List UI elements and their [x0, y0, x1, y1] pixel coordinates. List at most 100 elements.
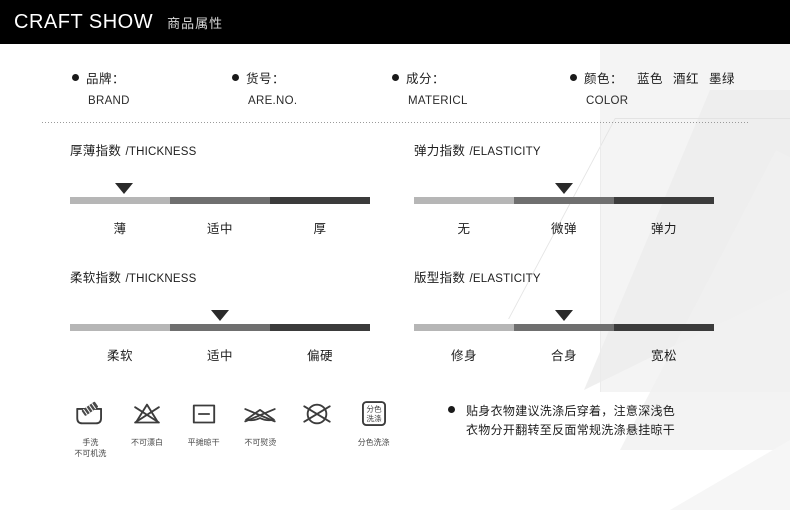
index-bar-segment-3 — [614, 324, 714, 331]
index-title-cn: 柔软指数 — [70, 270, 122, 285]
color-option[interactable]: 酒红 — [673, 71, 699, 86]
index-block: 弹力指数 /ELASTICITY 无 微弹 弹力 — [414, 140, 734, 237]
dotted-divider — [42, 122, 748, 123]
index-bar-segment-2 — [514, 324, 614, 331]
attribute-name: 品牌： — [86, 71, 126, 86]
care-icon-list: 手洗 不可机洗 不可漂白 平摊晾干 不可熨烫 分色 洗涤 分色洗涤 — [62, 394, 402, 460]
index-label: 修身 — [450, 348, 477, 363]
attribute-label-en: MATERICL — [408, 95, 468, 107]
index-title-cn: 厚薄指数 — [70, 143, 122, 158]
index-label: 柔软 — [106, 348, 133, 363]
index-bar-track — [414, 197, 714, 204]
bullet-icon — [72, 74, 79, 81]
index-label: 微弹 — [550, 221, 577, 236]
header-title-en: CRAFT SHOW — [14, 10, 154, 33]
svg-text:洗涤: 洗涤 — [366, 413, 382, 423]
care-icon-item: 分色 洗涤 分色洗涤 — [345, 394, 402, 449]
care-note: 贴身衣物建议洗涤后穿着，注意深浅色 衣物分开翻转至反面常规洗涤悬挂晾干 — [448, 402, 748, 439]
index-label-row: 无 微弹 弹力 — [414, 218, 714, 237]
index-title: 版型指数 /ELASTICITY — [414, 267, 734, 286]
no-bleach-icon — [119, 394, 176, 434]
color-option[interactable]: 墨绿 — [709, 71, 735, 86]
index-bar-track — [70, 197, 370, 204]
index-bar-segment-3 — [614, 197, 714, 204]
care-note-line-1: 贴身衣物建议洗涤后穿着，注意深浅色 — [466, 404, 676, 418]
index-label: 适中 — [206, 221, 233, 236]
index-label-row: 薄 适中 厚 — [70, 218, 370, 237]
bullet-icon — [570, 74, 577, 81]
attribute-label-cn: 品牌： — [72, 68, 130, 87]
attribute-label-cn: 成分： — [392, 68, 468, 87]
index-bar-segment-2 — [514, 197, 614, 204]
index-label: 宽松 — [650, 348, 677, 363]
index-bar-segment-3 — [270, 197, 370, 204]
index-bar[interactable] — [414, 310, 714, 331]
no-dry-clean-icon — [289, 394, 346, 434]
care-note-line-2: 衣物分开翻转至反面常规洗涤悬挂晾干 — [466, 422, 676, 437]
index-marker-icon — [211, 310, 229, 321]
attribute-item: 成分： MATERICL — [392, 68, 468, 107]
index-marker-icon — [555, 183, 573, 194]
page-content: 品牌： BRAND 货号： ARE.NO. 成分： MATERICL 颜色： 蓝色 酒红 墨绿 CO… — [0, 44, 790, 510]
attribute-item: 货号： ARE.NO. — [232, 68, 297, 107]
care-icon-item: 不可漂白 — [119, 394, 176, 449]
index-bar-segment-2 — [170, 324, 270, 331]
care-icon-caption: 不可漂白 — [131, 438, 163, 447]
craft-show-page: CRAFT SHOW 商品属性 品牌： BRAND 货号： ARE.NO. 成分： MAT… — [0, 0, 790, 510]
index-marker-icon — [115, 183, 133, 194]
index-title: 厚薄指数 /THICKNESS — [70, 140, 390, 159]
index-label: 无 — [457, 221, 471, 236]
attribute-item: 颜色： 蓝色 酒红 墨绿 COLOR — [570, 68, 735, 107]
care-icon-item: 不可熨烫 — [232, 394, 289, 449]
attribute-row: 品牌： BRAND 货号： ARE.NO. 成分： MATERICL 颜色： 蓝色 酒红 墨绿 CO… — [0, 68, 790, 120]
no-iron-icon — [232, 394, 289, 434]
index-bar-segment-1 — [414, 197, 514, 204]
care-icon-caption: 平摊晾干 — [187, 438, 220, 447]
index-bar-track — [414, 324, 714, 331]
index-title-en: /ELASTICITY — [469, 273, 541, 285]
attribute-name: 成分： — [406, 71, 446, 86]
index-title-en: /THICKNESS — [125, 146, 197, 158]
color-option-list: 蓝色 酒红 墨绿 — [627, 71, 735, 86]
attribute-item: 品牌： BRAND — [72, 68, 130, 107]
attribute-label-cn: 货号： — [232, 68, 297, 87]
flat-dry-icon — [175, 394, 232, 434]
index-label-row: 柔软 适中 偏硬 — [70, 345, 370, 364]
care-instructions: 手洗 不可机洗 不可漂白 平摊晾干 不可熨烫 分色 洗涤 分色洗涤 — [62, 394, 402, 460]
index-label: 适中 — [206, 348, 233, 363]
color-option[interactable]: 蓝色 — [637, 71, 663, 86]
index-marker-icon — [555, 310, 573, 321]
index-label: 合身 — [550, 348, 577, 363]
index-label: 弹力 — [650, 221, 677, 236]
care-icon-item: 手洗 不可机洗 — [62, 394, 119, 460]
index-bar[interactable] — [70, 310, 370, 331]
index-title-cn: 版型指数 — [414, 270, 466, 285]
index-block: 版型指数 /ELASTICITY 修身 合身 宽松 — [414, 267, 734, 364]
index-block: 厚薄指数 /THICKNESS 薄 适中 厚 — [70, 140, 390, 237]
bullet-icon — [392, 74, 399, 81]
care-icon-item: 平摊晾干 — [175, 394, 232, 449]
index-title: 弹力指数 /ELASTICITY — [414, 140, 734, 159]
index-bar-track — [70, 324, 370, 331]
svg-text:分色: 分色 — [366, 403, 382, 413]
wash-separately-icon: 分色 洗涤 — [345, 394, 402, 434]
care-icon-item — [289, 394, 346, 438]
bullet-icon — [448, 406, 455, 413]
bullet-icon — [232, 74, 239, 81]
attribute-name: 颜色： — [584, 71, 624, 86]
index-label-row: 修身 合身 宽松 — [414, 345, 714, 364]
index-label: 偏硬 — [306, 348, 333, 363]
index-label: 厚 — [313, 221, 327, 236]
index-bar[interactable] — [70, 183, 370, 204]
care-icon-caption: 手洗 不可机洗 — [74, 438, 107, 458]
care-icon-caption: 分色洗涤 — [357, 438, 390, 447]
attribute-label-en: BRAND — [88, 95, 130, 107]
index-title-en: /THICKNESS — [125, 273, 197, 285]
page-header: CRAFT SHOW 商品属性 — [0, 0, 790, 44]
index-block: 柔软指数 /THICKNESS 柔软 适中 偏硬 — [70, 267, 390, 364]
index-title-cn: 弹力指数 — [414, 143, 466, 158]
index-label: 薄 — [113, 221, 127, 236]
index-bar[interactable] — [414, 183, 714, 204]
care-note-text: 贴身衣物建议洗涤后穿着，注意深浅色 衣物分开翻转至反面常规洗涤悬挂晾干 — [466, 402, 675, 439]
attribute-name: 货号： — [246, 71, 286, 86]
